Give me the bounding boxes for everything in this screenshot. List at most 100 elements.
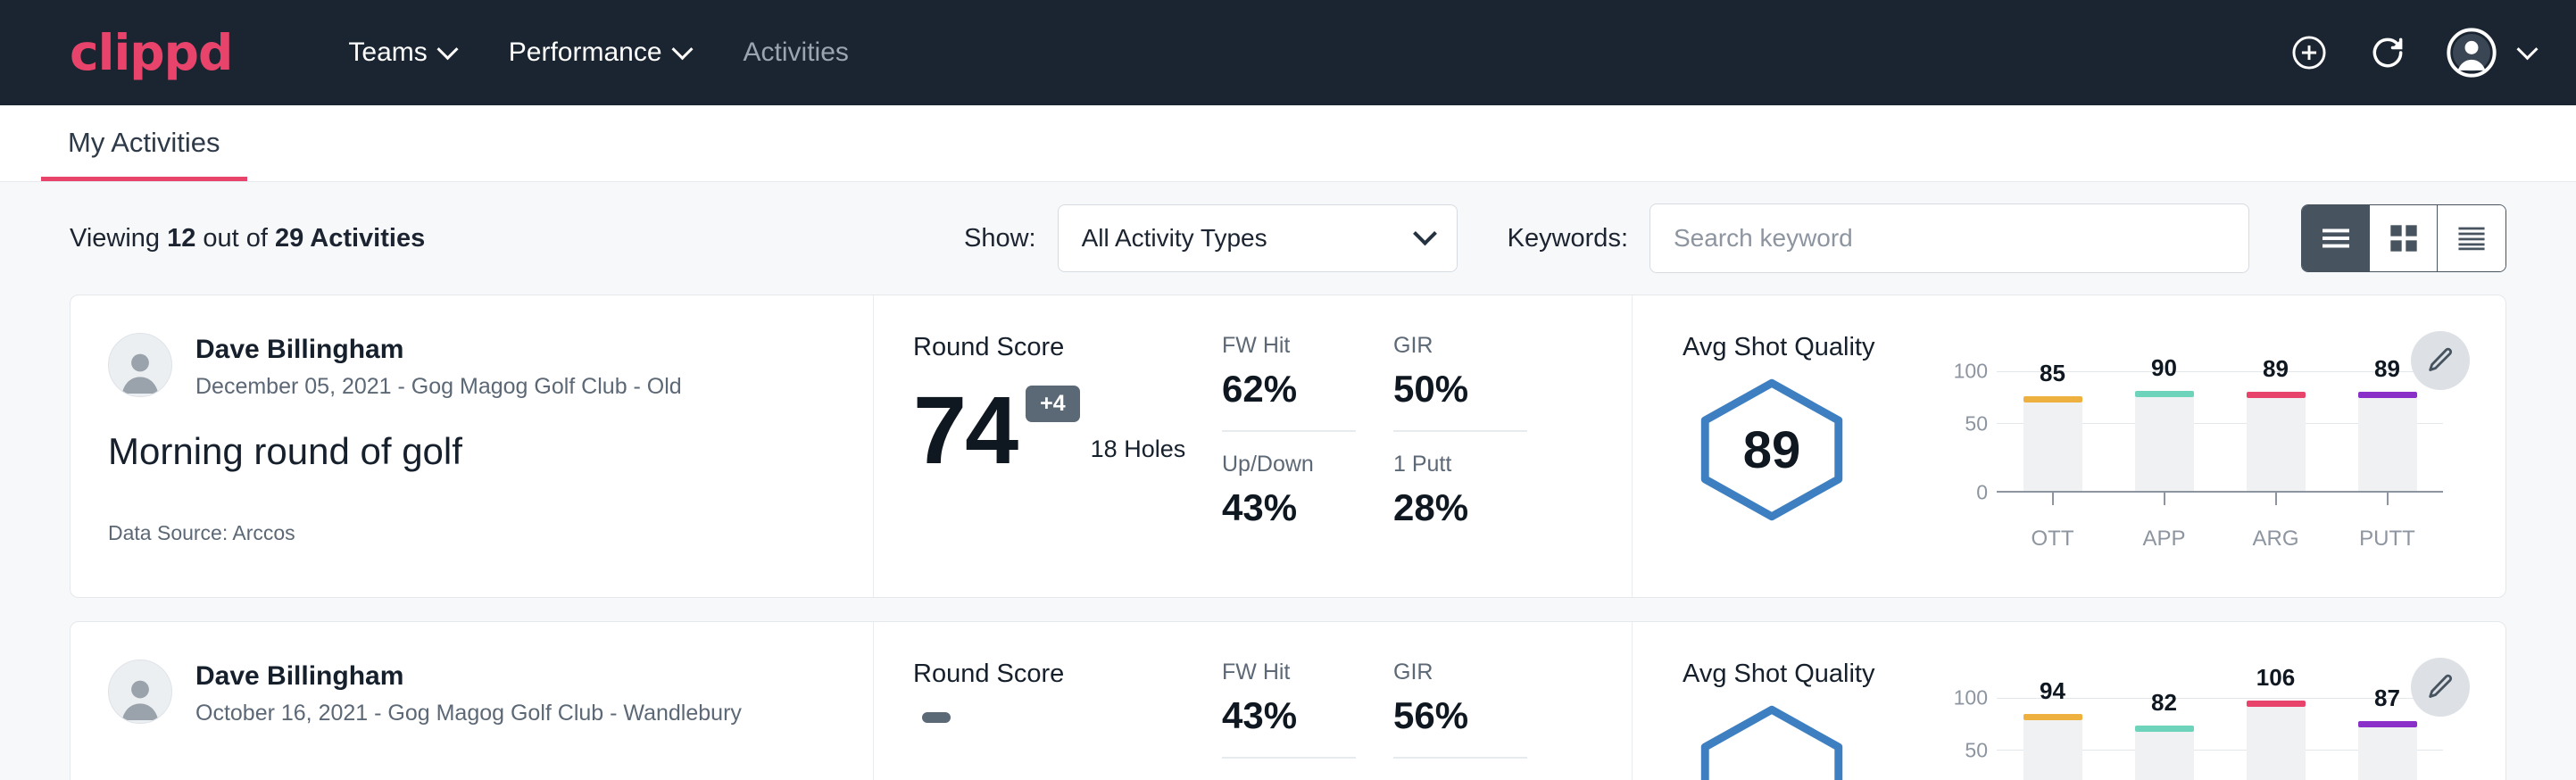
card-person-header: Dave Billingham October 16, 2021 - Gog M… [108,660,873,726]
list-icon [2319,225,2353,252]
x-tick-slot [1997,493,2108,505]
y-tick-50: 50 [1965,739,1988,763]
stat-fw-hit-value: 43% [1222,694,1356,759]
bar-cap-app [2135,391,2194,397]
bar-app: 90 [2135,397,2194,491]
clippd-logo[interactable]: clippd [70,29,232,78]
edit-activity-button[interactable] [2411,331,2470,390]
viewing-mid: out of [195,224,275,253]
bar-cap-putt [2358,392,2417,398]
bar-arg: 106 [2247,707,2306,780]
y-tick-0: 0 [1976,481,1988,505]
card-person-block: Dave Billingham October 16, 2021 - Gog M… [195,660,742,726]
bar-value-arg: 106 [2247,664,2306,692]
stat-up-down-label: Up/Down [1222,452,1356,477]
chart-plot-area: 94 82 [1997,698,2443,780]
stat-one-putt: 1 Putt 28% [1393,452,1527,529]
round-score-label: Round Score [913,333,1222,362]
nav-item-performance-label: Performance [509,37,662,68]
stat-gir: GIR 56% [1393,660,1527,759]
activity-card-list: Dave Billingham December 05, 2021 - Gog … [70,295,2506,780]
search-input[interactable]: Search keyword [1649,203,2249,273]
bar-putt: 89 [2358,398,2417,491]
round-score-row [913,712,1222,769]
bar-slot-ott: 85 [1997,371,2108,491]
tab-bar: My Activities [0,105,2576,182]
view-mode-list-button[interactable] [2302,205,2370,271]
x-label-arg: ARG [2220,527,2331,552]
card-score-column: Round Score 74 +4 18 Holes [874,295,1222,597]
page-body: Viewing 12 out of 29 Activities Show: Al… [0,182,2576,780]
grid-icon [2389,223,2419,253]
score-differential-badge [922,712,951,723]
quality-hexagon: 89 [1683,377,1861,523]
compact-list-icon [2455,224,2489,253]
bar-slot-putt: 89 [2331,371,2443,491]
edit-activity-button[interactable] [2411,658,2470,717]
stat-gir-label: GIR [1393,333,1527,359]
card-quality-column: Avg Shot Quality 100 50 0 [1633,622,2505,780]
avatar [108,660,172,724]
x-tick-slot [2331,493,2443,505]
chart-y-axis: 100 50 0 [1938,371,1997,493]
chevron-down-icon [671,38,693,60]
bar-value-arg: 89 [2247,355,2306,383]
chart-x-ticks [1997,493,2443,505]
chart-plot-area: 85 90 [1997,371,2443,493]
chevron-down-icon [2516,38,2538,60]
viewing-count-text: Viewing 12 out of 29 Activities [70,224,425,253]
filter-toolbar: Viewing 12 out of 29 Activities Show: Al… [70,182,2506,295]
stat-fw-hit-label: FW Hit [1222,333,1356,359]
stat-up-down: Up/Down 43% [1222,452,1356,529]
bar-cap-putt [2358,721,2417,727]
round-score-label: Round Score [913,660,1222,689]
card-identity-column: Dave Billingham December 05, 2021 - Gog … [71,295,874,597]
activity-card[interactable]: Dave Billingham December 05, 2021 - Gog … [70,295,2506,598]
nav-item-activities[interactable]: Activities [717,29,876,77]
nav-item-performance[interactable]: Performance [482,29,717,77]
nav-item-teams[interactable]: Teams [321,29,481,77]
stat-fw-hit: FW Hit 43% [1222,660,1356,759]
bar-value-ott: 94 [2023,677,2082,705]
avg-shot-quality-body: 89 100 50 0 [1683,371,2505,552]
bar-slot-arg: 106 [2220,698,2331,780]
bar-value-putt: 89 [2358,355,2417,383]
quality-hexagon-value: 89 [1683,420,1861,480]
activity-type-select-value: All Activity Types [1082,224,1267,253]
stat-one-putt-label: 1 Putt [1393,452,1527,477]
card-quality-column: Avg Shot Quality 89 100 50 0 [1633,295,2505,597]
x-tick [2387,493,2389,505]
chart-bars: 85 90 [1997,371,2443,491]
card-stats-column: FW Hit 62% GIR 50% Up/Down 43% 1 Putt 28… [1222,295,1633,597]
toolbar-controls: Show: All Activity Types Keywords: Searc… [964,203,2506,273]
stat-up-down-value: 43% [1222,486,1356,529]
stat-one-putt-value: 28% [1393,486,1527,529]
y-tick-100: 100 [1954,360,1988,384]
bar-app: 82 [2135,732,2194,780]
viewing-total: 29 Activities [275,224,425,253]
view-mode-grid-button[interactable] [2370,205,2438,271]
stat-gir-value: 56% [1393,694,1527,759]
keywords-label: Keywords: [1508,224,1628,253]
hexagon-icon [1692,703,1851,780]
tab-my-activities[interactable]: My Activities [41,127,247,181]
stat-gir-value: 50% [1393,368,1527,432]
activity-card[interactable]: Dave Billingham October 16, 2021 - Gog M… [70,621,2506,780]
refresh-icon[interactable] [2368,33,2407,72]
stat-fw-hit: FW Hit 62% [1222,333,1356,432]
avg-shot-quality-body: 100 50 0 [1683,698,2505,780]
bar-arg: 89 [2247,398,2306,491]
x-tick [2164,493,2165,505]
account-menu[interactable] [2447,28,2535,78]
card-person-block: Dave Billingham December 05, 2021 - Gog … [195,333,682,400]
card-person-name: Dave Billingham [195,333,682,367]
activity-type-select[interactable]: All Activity Types [1058,204,1458,272]
bar-cap-arg [2247,392,2306,398]
view-mode-compact-button[interactable] [2438,205,2505,271]
pencil-icon [2425,345,2456,376]
bar-ott: 85 [2023,402,2082,491]
plus-circle-icon[interactable] [2289,33,2329,72]
viewing-prefix: Viewing [70,224,167,253]
view-mode-toggle [2301,204,2506,272]
chart-inner: 100 50 0 [1938,698,2443,780]
